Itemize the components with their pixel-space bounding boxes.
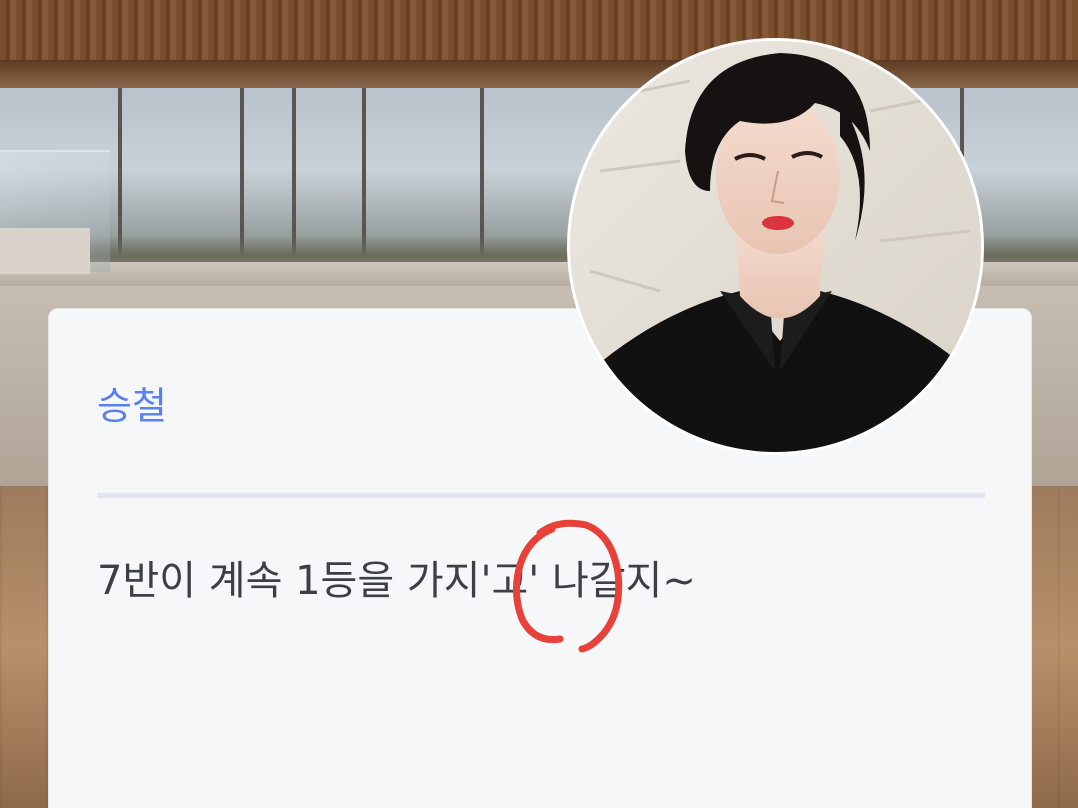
profile-photo-icon [570,41,981,452]
avatar [567,38,984,455]
card-message: 7반이 계속 1등을 가지'고' 나갈지~ [97,558,696,604]
screen: 승철 7반이 계속 1등을 가지'고' 나갈지~ [0,0,1078,808]
card-divider [97,493,985,498]
card-name: 승철 [97,384,167,428]
ceiling-edge [0,60,1078,90]
balcony-ledge [0,228,90,274]
